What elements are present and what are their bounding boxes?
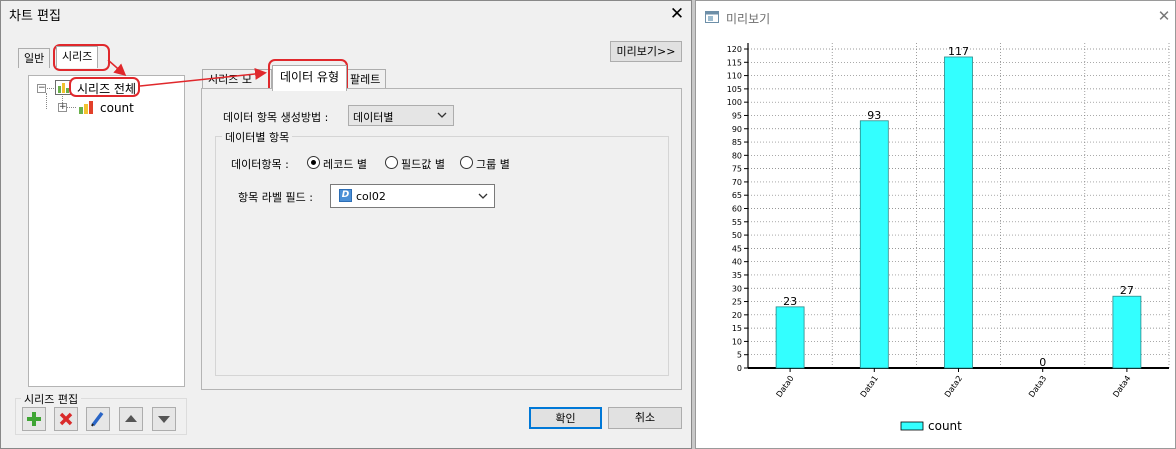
x-tick-label: Data0: [774, 374, 795, 399]
data-label-Data0: 23: [783, 295, 797, 308]
bar-Data1: [859, 120, 889, 369]
bar-chart: 0 5 10 15 20 25 30 35 40 45 50 55 60 65 70 75 80 85 90 95 10…: [727, 43, 1170, 433]
x-tick-label: Data3: [1027, 374, 1048, 399]
y-tick-label: 20: [732, 311, 742, 320]
y-tick-label: 30: [732, 284, 742, 293]
y-tick-label: 115: [727, 58, 742, 67]
y-tick-label: 70: [732, 178, 742, 187]
x-tick-label: Data1: [859, 374, 880, 399]
y-tick-label: 15: [732, 324, 742, 333]
y-tick-label: 110: [727, 72, 742, 81]
y-tick-label: 45: [732, 244, 742, 253]
y-tick-label: 60: [732, 205, 742, 214]
y-tick-label: 10: [732, 337, 742, 346]
y-tick-label: 85: [732, 138, 742, 147]
data-label-Data1: 93: [867, 109, 881, 122]
legend-label: count: [928, 419, 962, 433]
arrow-series-tab-to-tree: [107, 59, 127, 76]
y-tick-label: 40: [732, 258, 742, 267]
y-tick-label: 75: [732, 165, 742, 174]
legend-swatch: [900, 421, 924, 431]
x-tick-label: Data4: [1111, 374, 1132, 399]
bar-Data0: [775, 306, 805, 369]
y-tick-label: 0: [737, 364, 742, 373]
y-tick-label: 80: [732, 151, 742, 160]
tab-series[interactable]: 시리즈: [56, 46, 99, 68]
bar-Data4: [1112, 295, 1142, 369]
y-tick-label: 35: [732, 271, 742, 280]
y-tick-label: 55: [732, 218, 742, 227]
y-tick-label: 65: [732, 191, 742, 200]
y-tick-label: 90: [732, 125, 742, 134]
data-label-Data4: 27: [1120, 284, 1134, 297]
arrow-tree-to-data-type-tab: [139, 67, 267, 87]
bar-Data2: [944, 56, 973, 369]
y-tick-label: 25: [732, 298, 742, 307]
y-tick-label: 105: [727, 85, 742, 94]
y-tick-label: 5: [737, 351, 742, 360]
preview-window: 미리보기 ✕ 0 5 10 15 20 25 30 35 40 45 50 55 60 65 70 75 80 8…: [695, 0, 1176, 449]
tab-data-type[interactable]: 데이터 유형: [272, 65, 348, 91]
y-tick-label: 50: [732, 231, 742, 240]
data-label-Data3: 0: [1039, 356, 1046, 369]
y-tick-label: 95: [732, 111, 742, 120]
y-tick-label: 120: [727, 45, 742, 54]
data-label-Data2: 117: [948, 45, 969, 58]
x-tick-label: Data2: [943, 374, 964, 399]
y-tick-label: 100: [727, 98, 742, 107]
